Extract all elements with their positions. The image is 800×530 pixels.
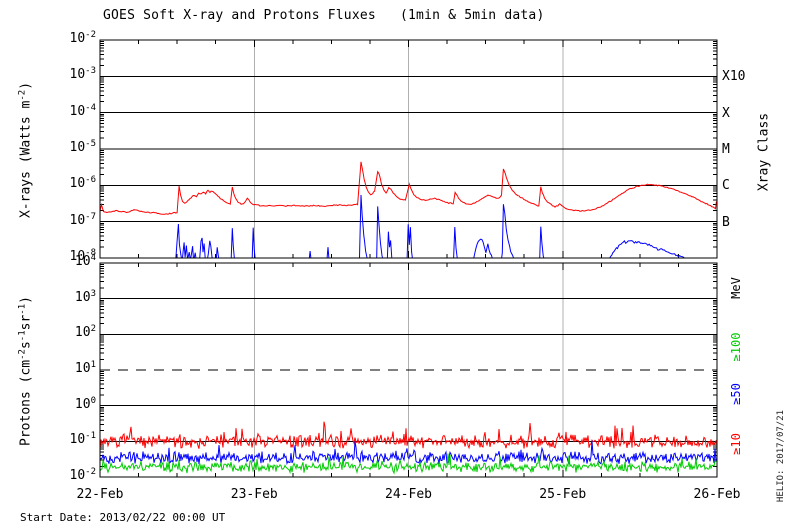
y-tick-label: 10-5 (69, 139, 97, 155)
chart-title: GOES Soft X-ray and Protons Fluxes (1min… (103, 8, 545, 23)
y-tick-label: 10-2 (69, 30, 97, 46)
y-tick-label: 10-3 (69, 66, 97, 83)
proton-ge10-label: ≥10 (729, 433, 743, 455)
y-tick-label: 101 (74, 360, 96, 376)
y-tick-label: 10-7 (69, 211, 97, 228)
proton-axis-title: Protons (cm-2s-1sr-1) (17, 296, 34, 446)
xray-class-label: X10 (722, 69, 746, 85)
x-tick-label: 23-Feb (230, 487, 278, 502)
xray-class-label: M (722, 142, 730, 157)
proton-ge100-label: ≥100 (729, 332, 743, 362)
y-tick-label: 10-1 (69, 431, 97, 448)
plot-canvas (99, 39, 718, 478)
xray-class-label: C (722, 178, 730, 194)
y-tick-label: 102 (74, 324, 96, 341)
y-tick-label: 100 (74, 395, 96, 412)
goes-flux-figure: GOES Soft X-ray and Protons Fluxes (1min… (0, 0, 800, 530)
helio-watermark: HELIO: 2017/07/21 (776, 409, 786, 503)
y-tick-label: 10-6 (69, 175, 97, 192)
proton-panel-grid (100, 263, 717, 477)
xray-class-label: B (722, 214, 730, 230)
xray-axis-title: X-rays (Watts m-2) (17, 81, 34, 219)
mev-axis-title: MeV (729, 277, 743, 299)
x-tick-label: 25-Feb (539, 487, 587, 502)
y-tick-label: 103 (74, 288, 96, 305)
xray-class-axis-title: Xray Class (756, 112, 772, 192)
proton-ge50-label: ≥50 (729, 383, 743, 405)
x-tick-label: 22-Feb (76, 487, 124, 502)
y-tick-label: 10-2 (69, 467, 97, 483)
y-tick-label: 10-4 (69, 102, 97, 119)
x-tick-label: 26-Feb (693, 487, 741, 502)
start-date-label: Start Date: 2013/02/22 00:00 UT (20, 511, 226, 524)
xray-class-label: X (722, 105, 730, 121)
y-tick-label: 104 (74, 253, 96, 269)
x-tick-label: 24-Feb (385, 487, 432, 502)
